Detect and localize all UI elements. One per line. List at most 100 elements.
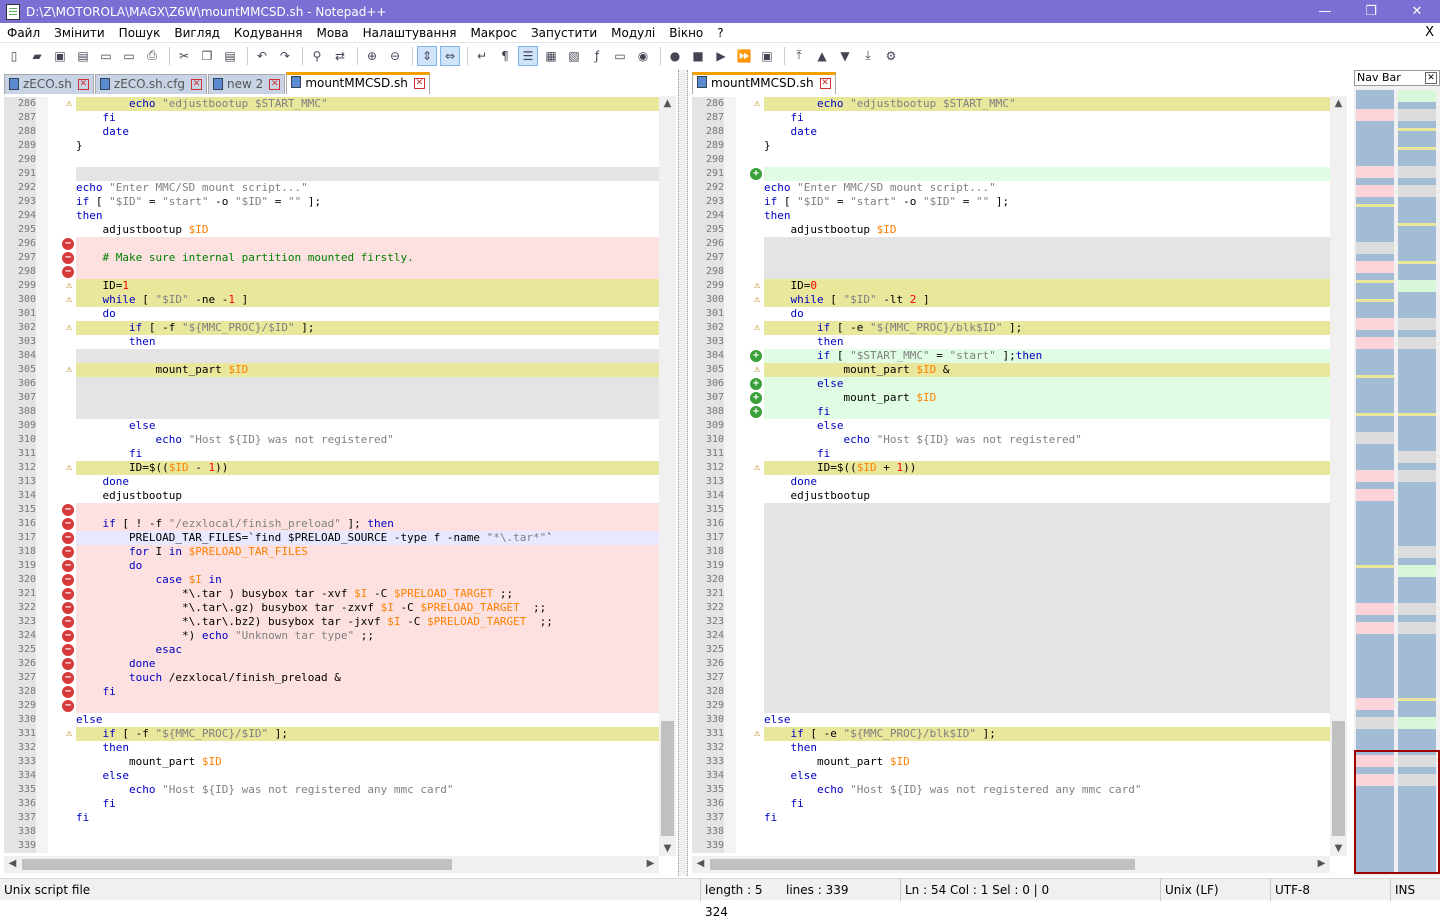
compare-prev-icon[interactable]: ▲ <box>812 46 832 66</box>
save-icon[interactable]: ▣ <box>50 46 70 66</box>
code-line[interactable]: 327 <box>692 671 1330 685</box>
code-line[interactable]: 310 echo "Host ${ID} was not registered" <box>692 433 1330 447</box>
nav-bar-viewport[interactable] <box>1354 750 1440 874</box>
code-line[interactable]: 337 fi <box>692 811 1330 825</box>
hscroll-thumb[interactable] <box>22 859 452 870</box>
close-all-icon[interactable]: ▭ <box>119 46 139 66</box>
code-line[interactable]: 288 date <box>692 125 1330 139</box>
minimize-button[interactable]: — <box>1302 0 1348 23</box>
code-line[interactable]: 325 − esac <box>4 643 659 657</box>
code-line[interactable]: 293 if [ "$ID" = "start" -o "$ID" = "" ]; <box>4 195 659 209</box>
code-line[interactable]: 339 <box>4 839 659 853</box>
hscroll-thumb[interactable] <box>710 859 1135 870</box>
sync-horizontal-icon[interactable]: ⇔ <box>440 45 460 66</box>
code-line[interactable]: 336 fi <box>692 797 1330 811</box>
open-file-icon[interactable]: ▰ <box>27 46 47 66</box>
zoom-out-icon[interactable]: ⊖ <box>385 46 405 66</box>
code-line[interactable]: 330 else <box>4 713 659 727</box>
code-line[interactable]: 320 − case $I in <box>4 573 659 587</box>
code-line[interactable]: 291 <box>4 167 659 181</box>
code-line[interactable]: 317 − PRELOAD_TAR_FILES=`find $PRELOAD_SO… <box>4 531 659 545</box>
code-line[interactable]: 331 ⚠ if [ -f "${MMC_PROC}/$ID" ]; <box>4 727 659 741</box>
code-line[interactable]: 301 do <box>692 307 1330 321</box>
code-line[interactable]: 338 <box>692 825 1330 839</box>
scroll-down-icon[interactable]: ▼ <box>1330 843 1347 854</box>
code-line[interactable]: 332 then <box>692 741 1330 755</box>
code-line[interactable]: 292 echo "Enter MMC/SD mount script..." <box>4 181 659 195</box>
undo-icon[interactable]: ↶ <box>252 46 272 66</box>
code-line[interactable]: 309 else <box>692 419 1330 433</box>
menu-item[interactable]: Налаштування <box>356 23 464 43</box>
save-all-icon[interactable]: ▤ <box>73 46 93 66</box>
menu-item[interactable]: Кодування <box>227 23 310 43</box>
play-macro-icon[interactable]: ▶ <box>711 46 731 66</box>
menu-item[interactable]: Пошук <box>112 23 168 43</box>
scroll-up-icon[interactable]: ▲ <box>1330 98 1347 109</box>
code-line[interactable]: 307 <box>4 391 659 405</box>
code-line[interactable]: 321 <box>692 587 1330 601</box>
left-vertical-scrollbar[interactable]: ▲ ▼ <box>659 96 676 856</box>
code-line[interactable]: 290 <box>4 153 659 167</box>
code-line[interactable]: 321 − *\.tar ) busybox tar -xvf $I -C $PR… <box>4 587 659 601</box>
code-line[interactable]: 286 ⚠ echo "edjustbootup $START_MMC" <box>4 97 659 111</box>
code-line[interactable]: 330 else <box>692 713 1330 727</box>
file-tab[interactable]: zECO.sh.cfg ✕ <box>94 74 208 94</box>
code-line[interactable]: 286 ⚠ echo "edjustbootup $START_MMC" <box>692 97 1330 111</box>
indent-guide-icon[interactable]: ☰ <box>518 45 538 66</box>
code-line[interactable]: 295 adjustbootup $ID <box>4 223 659 237</box>
menu-item[interactable]: Змінити <box>47 23 112 43</box>
record-macro-icon[interactable]: ● <box>665 46 685 66</box>
run-macro-multiple-icon[interactable]: ⏩ <box>734 46 754 66</box>
code-line[interactable]: 302 ⚠ if [ -f "${MMC_PROC}/$ID" ]; <box>4 321 659 335</box>
menu-item[interactable]: ? <box>710 23 730 43</box>
file-tab[interactable]: new 2 ✕ <box>208 74 286 94</box>
code-line[interactable]: 314 edjustbootup <box>4 489 659 503</box>
code-line[interactable]: 302 ⚠ if [ -e "${MMC_PROC}/blk$ID" ]; <box>692 321 1330 335</box>
new-file-icon[interactable]: ▯ <box>4 46 24 66</box>
code-line[interactable]: 294 then <box>692 209 1330 223</box>
menu-item[interactable]: Вікно <box>662 23 710 43</box>
code-line[interactable]: 303 then <box>692 335 1330 349</box>
code-line[interactable]: 297 <box>692 251 1330 265</box>
code-line[interactable]: 320 <box>692 573 1330 587</box>
code-line[interactable]: 338 <box>4 825 659 839</box>
file-tab[interactable]: mountMMCSD.sh ✕ <box>692 72 836 94</box>
code-line[interactable]: 325 <box>692 643 1330 657</box>
code-line[interactable]: 315 <box>692 503 1330 517</box>
code-line[interactable]: 300 ⚠ while [ "$ID" -ne -1 ] <box>4 293 659 307</box>
code-line[interactable]: 309 else <box>4 419 659 433</box>
right-vertical-scrollbar[interactable]: ▲ ▼ <box>1330 96 1347 856</box>
code-line[interactable]: 339 <box>692 839 1330 853</box>
code-line[interactable]: 333 mount_part $ID <box>692 755 1330 769</box>
word-wrap-icon[interactable]: ↵ <box>472 46 492 66</box>
code-line[interactable]: 311 fi <box>4 447 659 461</box>
code-line[interactable]: 297 − # Make sure internal partition moun… <box>4 251 659 265</box>
scroll-left-icon[interactable]: ◀ <box>4 858 21 869</box>
editor-left[interactable]: 286 ⚠ echo "edjustbootup $START_MMC" 287 f… <box>4 96 659 856</box>
scroll-left-icon[interactable]: ◀ <box>692 858 709 869</box>
print-icon[interactable]: ⎙ <box>142 46 162 66</box>
code-line[interactable]: 319 − do <box>4 559 659 573</box>
redo-icon[interactable]: ↷ <box>275 46 295 66</box>
code-line[interactable]: 296 <box>692 237 1330 251</box>
code-line[interactable]: 287 fi <box>692 111 1330 125</box>
code-line[interactable]: 289} <box>692 139 1330 153</box>
left-horizontal-scrollbar[interactable]: ◀ ▶ <box>4 856 659 873</box>
code-line[interactable]: 310 echo "Host ${ID} was not registered" <box>4 433 659 447</box>
code-line[interactable]: 304 <box>4 349 659 363</box>
code-line[interactable]: 289} <box>4 139 659 153</box>
code-line[interactable]: 327 − touch /ezxlocal/finish_preload & <box>4 671 659 685</box>
right-horizontal-scrollbar[interactable]: ◀ ▶ <box>692 856 1330 873</box>
code-line[interactable]: 329 − <box>4 699 659 713</box>
code-line[interactable]: 335 echo "Host ${ID} was not registered … <box>692 783 1330 797</box>
compare-first-icon[interactable]: ⤒ <box>789 46 809 66</box>
code-line[interactable]: 335 echo "Host ${ID} was not registered … <box>4 783 659 797</box>
save-macro-icon[interactable]: ▣ <box>757 46 777 66</box>
code-line[interactable]: 326 <box>692 657 1330 671</box>
close-icon[interactable]: ▭ <box>96 46 116 66</box>
language-icon[interactable]: ▦ <box>541 46 561 66</box>
menu-item[interactable]: Файл <box>0 23 47 43</box>
tab-close-icon[interactable]: ✕ <box>77 79 89 90</box>
tab-close-icon[interactable]: ✕ <box>269 79 281 90</box>
code-line[interactable]: 299 ⚠ ID=0 <box>692 279 1330 293</box>
